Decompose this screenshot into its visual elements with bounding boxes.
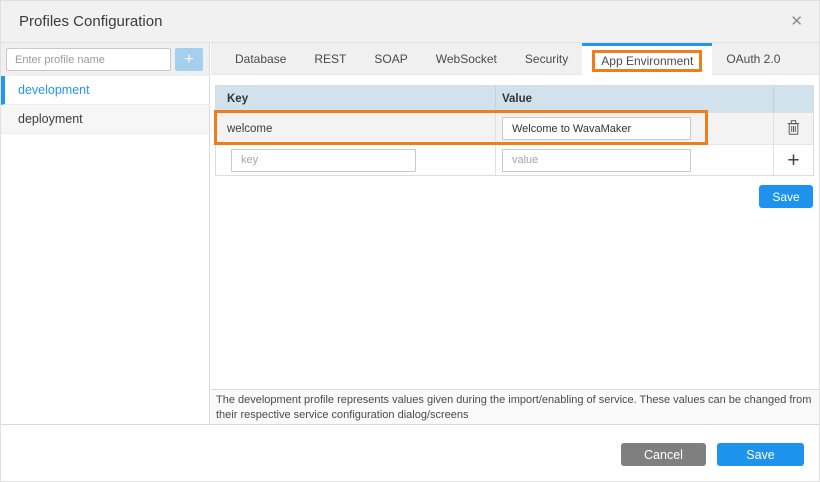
table-row: welcome [216,112,813,144]
row-key-text: welcome [216,113,496,144]
key-value-table: Key Value welcome [215,85,814,176]
tab-security[interactable]: Security [511,43,582,74]
delete-row-button[interactable] [774,113,813,144]
dialog-titlebar: Profiles Configuration ✕ [1,1,819,43]
close-icon[interactable]: ✕ [790,14,803,29]
app-environment-highlight: App Environment [592,50,702,72]
main-panel: Database REST SOAP WebSocket Security Ap… [211,43,820,424]
dialog-title: Profiles Configuration [19,13,162,30]
tab-rest[interactable]: REST [300,43,360,74]
tab-content: Key Value welcome [211,75,820,424]
new-key-input[interactable] [231,149,416,172]
column-header-key: Key [216,86,496,112]
column-header-actions [774,86,813,112]
table-header-row: Key Value [216,86,813,112]
profile-create-bar: + [1,43,209,76]
tab-database[interactable]: Database [221,43,300,74]
plus-icon: + [787,150,799,171]
sidebar-item-development[interactable]: development [1,76,209,105]
table-new-row: + [216,144,813,175]
tab-soap[interactable]: SOAP [360,43,421,74]
sidebar-item-deployment[interactable]: deployment [1,105,209,134]
new-value-input[interactable] [502,149,691,172]
row-value-input[interactable] [502,117,691,140]
dialog-footer: Cancel Save [1,424,819,482]
profiles-sidebar: + development deployment [1,43,210,424]
add-row-button[interactable]: + [774,145,813,175]
add-profile-button[interactable]: + [175,48,203,71]
profiles-configuration-dialog: Profiles Configuration ✕ + development d… [0,0,820,482]
tab-oauth[interactable]: OAuth 2.0 [712,43,794,74]
cancel-button[interactable]: Cancel [621,443,706,466]
table-save-button[interactable]: Save [759,185,813,208]
column-header-value: Value [496,86,774,112]
service-tabs: Database REST SOAP WebSocket Security Ap… [211,43,820,75]
profile-name-input[interactable] [6,48,171,71]
save-button[interactable]: Save [717,443,804,466]
trash-icon [787,120,800,138]
profile-description-note: The development profile represents value… [211,389,820,424]
tab-app-environment[interactable]: App Environment [582,43,712,75]
tab-websocket[interactable]: WebSocket [422,43,511,74]
